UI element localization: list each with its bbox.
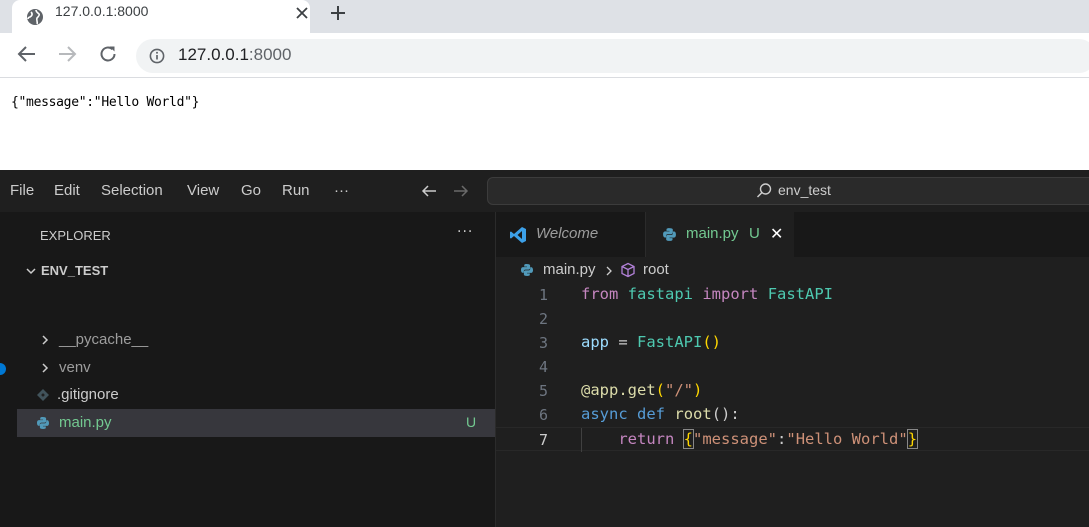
editor-tabs: Welcome main.py U ✕ [496, 212, 1089, 257]
tab-label: Welcome [536, 225, 599, 242]
line-number: 1 [538, 286, 548, 304]
chevron-down-icon [26, 268, 36, 275]
tree-item-pycache[interactable]: __pycache__ [17, 326, 495, 354]
menu-more[interactable]: ··· [334, 182, 349, 199]
line-number: 2 [538, 310, 548, 328]
menu-view[interactable]: View [187, 182, 219, 199]
python-icon [663, 228, 676, 241]
vscode-logo-icon [510, 227, 526, 243]
chevron-right-icon [42, 335, 49, 345]
line-number: 5 [538, 382, 548, 400]
forward-arrow-icon[interactable] [56, 43, 78, 65]
reload-icon[interactable] [97, 43, 119, 65]
workspace-folder[interactable]: ENV_TEST [17, 259, 495, 283]
line-number: 3 [538, 334, 548, 352]
menu-go[interactable]: Go [241, 182, 261, 199]
line-number: 4 [538, 358, 548, 376]
code-text: from fastapi import FastAPI [581, 285, 834, 303]
command-center[interactable]: env_test [487, 177, 1089, 205]
tab-main-py[interactable]: main.py U ✕ [646, 212, 794, 257]
tree-item-label: __pycache__ [59, 331, 149, 348]
search-icon [756, 183, 772, 198]
line-number: 7 [538, 431, 548, 449]
chevron-right-icon [42, 363, 49, 373]
command-center-label: env_test [778, 182, 831, 198]
tree-item-venv[interactable]: venv [17, 354, 495, 382]
back-arrow-icon[interactable] [420, 183, 438, 199]
close-icon[interactable] [294, 5, 310, 21]
code-line[interactable]: 3 app = FastAPI() [496, 331, 1089, 355]
code-text: async def root(): [581, 405, 740, 423]
forward-arrow-icon[interactable] [452, 183, 470, 199]
more-actions-icon[interactable]: ··· [457, 224, 473, 240]
address-bar[interactable]: 127.0.0.1:8000 [136, 39, 1089, 73]
browser-tab-title: 127.0.0.1:8000 [55, 3, 149, 19]
tree-item-label: main.py [59, 414, 112, 431]
menu-file[interactable]: File [10, 182, 34, 199]
back-arrow-icon[interactable] [16, 43, 38, 65]
line-number: 6 [538, 406, 548, 424]
globe-icon [27, 9, 43, 25]
code-line[interactable]: 6 async def root(): [496, 403, 1089, 427]
python-icon [521, 264, 533, 276]
code-text: app = FastAPI() [581, 333, 721, 351]
python-icon [37, 417, 49, 429]
workspace-folder-name: ENV_TEST [41, 263, 109, 278]
tab-welcome[interactable]: Welcome [496, 212, 646, 257]
page-content: {"message":"Hello World"} [0, 79, 1089, 170]
browser-tab-strip: 127.0.0.1:8000 [0, 0, 1089, 33]
git-icon [37, 389, 49, 401]
method-cube-icon [621, 262, 635, 278]
menu-run[interactable]: Run [282, 182, 310, 199]
json-response: {"message":"Hello World"} [11, 95, 200, 110]
breadcrumb-file[interactable]: main.py [543, 261, 596, 278]
browser-toolbar: 127.0.0.1:8000 [0, 33, 1089, 78]
explorer-title: EXPLORER [40, 228, 111, 243]
activity-bar [0, 212, 17, 527]
url-text[interactable]: 127.0.0.1:8000 [178, 45, 291, 65]
breadcrumb: main.py root [496, 257, 1089, 283]
untracked-badge: U [466, 414, 477, 430]
code-text: @app.get("/") [581, 381, 703, 399]
tree-item-label: venv [59, 359, 91, 376]
tree-item-main-py[interactable]: main.py U [17, 409, 495, 437]
code-line[interactable]: 1 from fastapi import FastAPI [496, 283, 1089, 307]
breadcrumb-symbol[interactable]: root [643, 261, 669, 278]
new-tab-icon[interactable] [328, 3, 348, 23]
browser-window: 127.0.0.1:8000 127.0.0.1:8000 {"message"… [0, 0, 1089, 170]
code-line[interactable]: 5 @app.get("/") [496, 379, 1089, 403]
tab-label: main.py [686, 225, 739, 242]
code-line[interactable]: 2 [496, 307, 1089, 331]
vscode-window: File Edit Selection View Go Run ··· env_… [0, 170, 1089, 527]
url-port: :8000 [248, 45, 292, 64]
explorer-sidebar: EXPLORER ··· ENV_TEST __pycache__ venv .… [17, 212, 496, 527]
code-text: return {"message":"Hello World"} [618, 429, 919, 449]
tree-item-gitignore[interactable]: .gitignore [17, 381, 495, 409]
close-icon[interactable]: ✕ [770, 224, 783, 244]
tree-item-label: .gitignore [57, 386, 119, 403]
chevron-right-icon [606, 266, 612, 276]
browser-tab[interactable]: 127.0.0.1:8000 [12, 0, 310, 33]
menu-edit[interactable]: Edit [54, 182, 80, 199]
code-line-current[interactable]: 7 return {"message":"Hello World"} [496, 427, 1089, 452]
activity-badge [0, 363, 6, 375]
info-icon[interactable] [149, 48, 165, 64]
title-bar: File Edit Selection View Go Run ··· env_… [0, 170, 1089, 212]
menu-selection[interactable]: Selection [101, 182, 163, 199]
untracked-badge: U [749, 225, 760, 242]
editor-area: Welcome main.py U ✕ main.py root 1 from … [496, 212, 1089, 527]
code-line[interactable]: 4 [496, 355, 1089, 379]
